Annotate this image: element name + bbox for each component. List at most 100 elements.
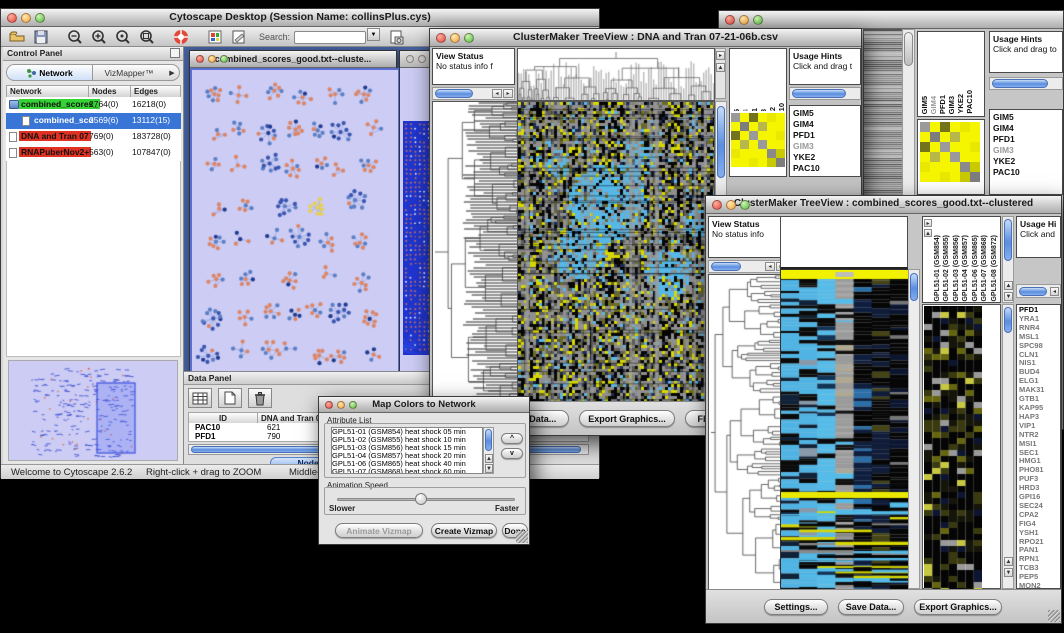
matrix-cell[interactable]: [920, 172, 930, 182]
help-lifering-icon[interactable]: [171, 28, 191, 46]
tab-overflow[interactable]: ▶: [165, 65, 179, 80]
scrollbar-thumb[interactable]: [435, 89, 473, 98]
matrix-cell[interactable]: [767, 131, 776, 140]
gene-label[interactable]: TCB3: [1019, 564, 1058, 573]
scroll-up-icon[interactable]: [716, 63, 725, 72]
close-button[interactable]: [196, 55, 204, 63]
matrix-cell[interactable]: [776, 149, 785, 158]
gene-label[interactable]: MAK31: [1019, 386, 1058, 395]
treeview-back-titlebar[interactable]: [719, 11, 1063, 29]
matrix-cell[interactable]: [940, 152, 950, 162]
network-canvas[interactable]: [190, 68, 400, 376]
select-attributes-icon[interactable]: [188, 388, 212, 408]
dna-heatmap-canvas[interactable]: [517, 101, 715, 403]
vizmap-swatch-icon[interactable]: [205, 28, 225, 46]
cytoscape-titlebar[interactable]: Cytoscape Desktop (Session Name: collins…: [1, 9, 599, 27]
matrix-cell[interactable]: [749, 113, 758, 122]
scrollbar-thumb[interactable]: [711, 262, 741, 271]
matrix-cell[interactable]: [960, 172, 970, 182]
matrix-cell[interactable]: [749, 158, 758, 167]
scroll-left-icon[interactable]: [1050, 287, 1059, 296]
matrix-cell[interactable]: [950, 132, 960, 142]
dna-hscrollbar[interactable]: [432, 87, 515, 100]
open-file-icon[interactable]: [7, 28, 27, 46]
zoom-selected-icon[interactable]: [113, 28, 133, 46]
move-up-button[interactable]: ^: [501, 433, 523, 444]
treeview-dna-titlebar[interactable]: ClusterMaker TreeView : DNA and Tran 07-…: [430, 29, 861, 47]
birdseye-canvas[interactable]: [8, 360, 178, 461]
matrix-cell[interactable]: [950, 162, 960, 172]
scroll-right-icon[interactable]: [924, 219, 932, 227]
matrix-cell[interactable]: [731, 140, 740, 149]
matrix-cell[interactable]: [960, 162, 970, 172]
matrix-cell[interactable]: [776, 122, 785, 131]
scrollbar-thumb[interactable]: [904, 32, 913, 66]
matrix-cell[interactable]: [940, 142, 950, 152]
gene-label[interactable]: RPN1: [1019, 555, 1058, 564]
new-attribute-icon[interactable]: [218, 388, 242, 408]
scrollbar-thumb[interactable]: [910, 273, 918, 301]
matrix-cell[interactable]: [731, 122, 740, 131]
scroll-left-icon[interactable]: [492, 89, 502, 98]
scroll-right-icon[interactable]: [716, 51, 725, 60]
treeview-combined-titlebar[interactable]: ClusterMaker TreeView : combined_scores_…: [706, 196, 1061, 214]
matrix-cell[interactable]: [758, 122, 767, 131]
matrix-cell[interactable]: [749, 122, 758, 131]
scroll-left-icon[interactable]: [765, 262, 775, 271]
matrix-cell[interactable]: [767, 140, 776, 149]
save-icon[interactable]: [31, 28, 51, 46]
attribute-list-scrollbar[interactable]: [483, 427, 494, 474]
float-panel-icon[interactable]: [170, 48, 180, 58]
back-vertical-scrollbar[interactable]: [902, 29, 915, 197]
zoom-out-icon[interactable]: [65, 28, 85, 46]
import-attributes-icon[interactable]: [386, 28, 406, 46]
matrix-cell[interactable]: [767, 113, 776, 122]
matrix-cell[interactable]: [940, 162, 950, 172]
matrix-cell[interactable]: [970, 162, 980, 172]
matrix-cell[interactable]: [758, 113, 767, 122]
matrix-cell[interactable]: [776, 113, 785, 122]
close-button[interactable]: [436, 33, 446, 43]
comb-vscrollbar[interactable]: [908, 269, 920, 589]
gene-label[interactable]: MSL1: [1019, 333, 1058, 342]
gene-label[interactable]: RNR4: [1019, 324, 1058, 333]
matrix-cell[interactable]: [767, 149, 776, 158]
matrix-cell[interactable]: [740, 122, 749, 131]
gene-label[interactable]: GTB1: [1019, 395, 1058, 404]
comb-gene-list[interactable]: PFD1YRA1RNR4MSL1SPC98CLN1NIS1BUD4ELG1MAK…: [1016, 304, 1061, 589]
move-down-button[interactable]: v: [501, 448, 523, 459]
gene-label[interactable]: SEC24: [1019, 502, 1058, 511]
comb-collabel-scrollbar[interactable]: [1002, 216, 1014, 303]
comb-zoom-heatmap-canvas[interactable]: [924, 306, 982, 589]
scrollbar-thumb[interactable]: [1019, 287, 1047, 296]
matrix-cell[interactable]: [731, 131, 740, 140]
matrix-cell[interactable]: [758, 131, 767, 140]
matrix-cell[interactable]: [731, 149, 740, 158]
delete-attribute-icon[interactable]: [248, 388, 272, 408]
back-heatmap-edge-canvas[interactable]: [863, 29, 903, 199]
matrix-cell[interactable]: [930, 122, 940, 132]
gene-label[interactable]: ELG1: [1019, 377, 1058, 386]
network-row[interactable]: DNA and Tran 07769(0)183728(0): [6, 129, 181, 145]
search-dropdown-icon[interactable]: ▼: [367, 28, 380, 41]
matrix-cell[interactable]: [776, 131, 785, 140]
matrix-cell[interactable]: [920, 152, 930, 162]
export-graphics-button[interactable]: Export Graphics...: [579, 410, 675, 427]
tab-vizmapper[interactable]: VizMapper™: [93, 65, 165, 80]
attribute-list-item[interactable]: GPL51-07 (GSM868) heat shock 60 min: [332, 468, 482, 474]
gene-label[interactable]: PFD1: [1019, 306, 1058, 315]
minimize-button[interactable]: [726, 200, 736, 210]
matrix-cell[interactable]: [740, 149, 749, 158]
dense-network-canvas[interactable]: [403, 121, 429, 355]
gene-label[interactable]: GPI16: [1019, 493, 1058, 502]
matrix-cell[interactable]: [960, 122, 970, 132]
matrix-cell[interactable]: [950, 152, 960, 162]
scrollbar-thumb[interactable]: [717, 106, 725, 178]
dna-column-dendrogram-canvas[interactable]: [517, 48, 715, 101]
zoom-button[interactable]: [35, 13, 45, 23]
scrollbar-thumb[interactable]: [1004, 307, 1012, 333]
gene-label[interactable]: PHO81: [1019, 466, 1058, 475]
matrix-cell[interactable]: [960, 132, 970, 142]
scroll-up-icon[interactable]: [485, 454, 493, 463]
dna-hints-scrollbar[interactable]: [789, 87, 861, 100]
